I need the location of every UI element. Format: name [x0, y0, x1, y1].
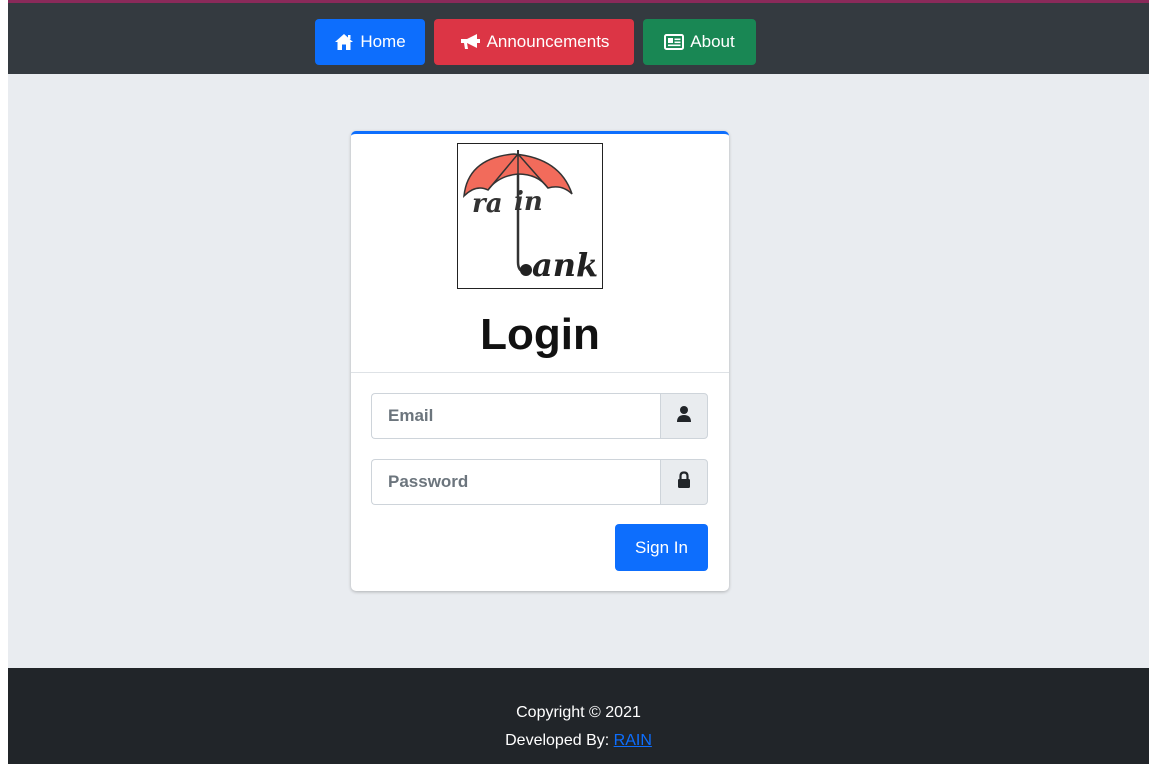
id-card-icon	[664, 34, 685, 50]
svg-text:ank: ank	[532, 246, 598, 284]
megaphone-icon	[459, 33, 481, 51]
nav-announcements-button[interactable]: Announcements	[434, 19, 634, 65]
svg-text:in: in	[514, 187, 543, 217]
nav-about-label: About	[690, 32, 735, 51]
email-input-group	[371, 393, 708, 439]
developer-link[interactable]: RAIN	[614, 732, 652, 749]
nav-announcements-label: Announcements	[486, 32, 610, 51]
footer-developed-by: Developed By: RAIN	[8, 732, 1149, 750]
footer: Copyright © 2021 Developed By: RAIN	[8, 668, 1149, 764]
nav-home-button[interactable]: Home	[315, 19, 425, 65]
sign-in-button[interactable]: Sign In	[615, 524, 708, 571]
page-frame: Home Announcements About ra in ank Login…	[8, 0, 1149, 764]
svg-text:ra: ra	[472, 189, 503, 219]
password-input-group	[371, 459, 708, 505]
login-card: ra in ank Login Email Sign In	[351, 131, 729, 591]
home-icon	[334, 33, 354, 51]
rain-bank-logo: ra in ank	[457, 143, 603, 289]
developed-by-label: Developed By:	[505, 732, 610, 749]
top-navbar: Home Announcements About	[8, 0, 1149, 74]
login-title: Login	[480, 310, 600, 359]
lock-icon	[677, 470, 691, 494]
email-addon	[660, 393, 708, 439]
email-input[interactable]	[371, 393, 660, 439]
footer-copyright: Copyright © 2021	[516, 704, 641, 721]
password-addon	[660, 459, 708, 505]
password-input[interactable]	[371, 459, 660, 505]
user-icon	[676, 405, 692, 428]
card-divider	[351, 372, 729, 373]
nav-about-button[interactable]: About	[643, 19, 756, 65]
nav-home-label: Home	[360, 32, 406, 51]
